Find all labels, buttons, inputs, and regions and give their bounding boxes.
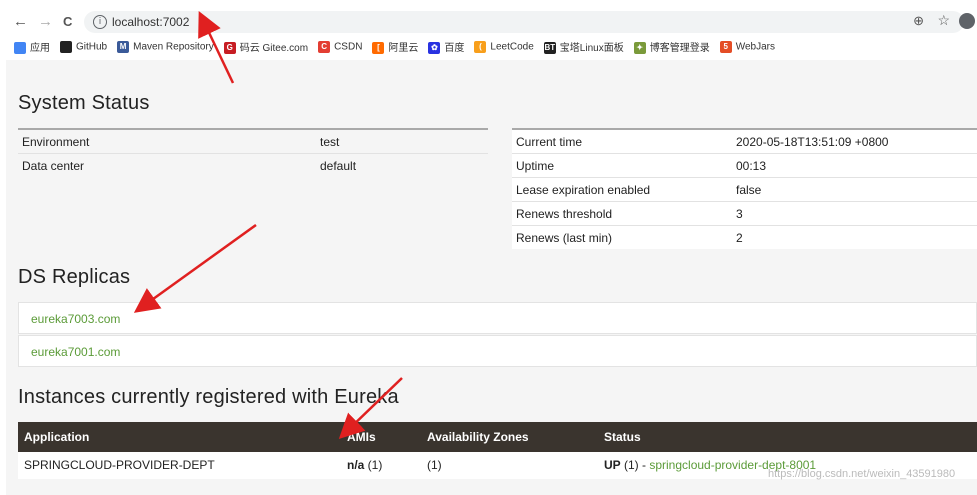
ami-count: (1) bbox=[364, 458, 383, 472]
bookmark-label: Maven Repository bbox=[133, 41, 214, 53]
forward-button[interactable]: → bbox=[38, 14, 53, 30]
toolbar: ← → C i localhost:7002 ⊕ ☆ bbox=[0, 8, 977, 36]
bookmark-label: 码云 Gitee.com bbox=[239, 43, 309, 54]
zoom-icon[interactable]: ⊕ bbox=[913, 13, 924, 29]
app-name: SPRINGCLOUD-PROVIDER-DEPT bbox=[24, 458, 215, 472]
status-table-left: Environment test Data center default bbox=[18, 128, 488, 177]
gitee-icon: G bbox=[223, 42, 236, 55]
status-key: Uptime bbox=[512, 153, 732, 178]
bookmark-item[interactable]: M Maven Repository bbox=[117, 40, 214, 53]
bookmark-label: WebJars bbox=[735, 41, 775, 53]
bookmark-label: 宝塔Linux面板 bbox=[559, 43, 624, 54]
star-icon[interactable]: ☆ bbox=[937, 12, 950, 29]
col-application: Application bbox=[24, 430, 90, 444]
address-bar[interactable]: i localhost:7002 ⊕ ☆ bbox=[84, 11, 964, 33]
replica-item: eureka7003.com bbox=[18, 302, 977, 334]
system-status-title: System Status bbox=[18, 92, 150, 114]
bookmark-item[interactable]: BT 宝塔Linux面板 bbox=[543, 39, 624, 55]
bookmark-item[interactable]: 5 WebJars bbox=[719, 40, 775, 53]
github-icon bbox=[60, 40, 72, 53]
bookmark-label: GitHub bbox=[76, 41, 108, 53]
replica-link[interactable]: eureka7001.com bbox=[31, 345, 120, 359]
status-value: UP bbox=[604, 458, 621, 472]
instances-table-header: Application AMIs Availability Zones Stat… bbox=[18, 422, 977, 452]
col-status: Status bbox=[604, 430, 641, 444]
bookmarks-bar: 应用 GitHub M Maven Repository G 码云 Gitee.com C C… bbox=[14, 39, 785, 55]
bookmark-item[interactable]: ✦ 博客管理登录 bbox=[633, 39, 710, 55]
table-row: Environment test bbox=[18, 128, 488, 154]
maven-icon: M bbox=[117, 40, 130, 53]
status-table-right: Current time 2020-05-18T13:51:09 +0800 Upt… bbox=[512, 128, 977, 249]
bookmark-label: LeetCode bbox=[490, 41, 534, 53]
bookmark-item[interactable]: ✿ 百度 bbox=[428, 39, 465, 55]
status-value: 3 bbox=[732, 201, 977, 226]
status-key: Lease expiration enabled bbox=[512, 177, 732, 202]
blog-icon: ✦ bbox=[633, 42, 646, 55]
url-text[interactable]: localhost:7002 bbox=[112, 15, 189, 29]
status-value: false bbox=[732, 177, 977, 202]
bookmark-label: CSDN bbox=[334, 41, 363, 53]
status-value: 2020-05-18T13:51:09 +0800 bbox=[732, 128, 977, 154]
reload-button[interactable]: C bbox=[63, 14, 72, 30]
back-button[interactable]: ← bbox=[13, 14, 28, 30]
status-value: test bbox=[316, 128, 488, 154]
table-row: Current time 2020-05-18T13:51:09 +0800 bbox=[512, 128, 977, 154]
col-zones: Availability Zones bbox=[427, 430, 529, 444]
bookmark-item[interactable]: [阿里云 bbox=[372, 39, 419, 55]
table-row: Lease expiration enabled false bbox=[512, 177, 977, 202]
status-key: Environment bbox=[18, 128, 316, 154]
table-row: Data center default bbox=[18, 153, 488, 177]
status-count: (1) - bbox=[620, 458, 650, 472]
bookmark-item[interactable]: G 码云 Gitee.com bbox=[223, 39, 309, 55]
bookmark-label: 博客管理登录 bbox=[649, 43, 710, 54]
status-key: Renews (last min) bbox=[512, 225, 732, 249]
status-value: 00:13 bbox=[732, 153, 977, 178]
col-amis: AMIs bbox=[347, 430, 376, 444]
status-key: Current time bbox=[512, 128, 732, 154]
aliyun-icon: [ bbox=[372, 42, 385, 55]
apps-icon bbox=[14, 42, 26, 55]
replica-link[interactable]: eureka7003.com bbox=[31, 312, 120, 326]
profile-avatar[interactable] bbox=[959, 13, 975, 29]
ami-cell: n/a (1) bbox=[347, 458, 382, 472]
table-row: Renews threshold 3 bbox=[512, 201, 977, 226]
zones-value: (1) bbox=[427, 458, 442, 472]
browser-chrome: ← → C i localhost:7002 ⊕ ☆ 应用 GitHub M Mave… bbox=[0, 0, 977, 60]
bookmark-item[interactable]: C CSDN bbox=[318, 40, 363, 53]
table-row: Renews (last min) 2 bbox=[512, 225, 977, 249]
eureka-page: System Status Environment test Data center… bbox=[6, 60, 977, 495]
ami-value: n/a bbox=[347, 458, 365, 472]
status-key: Renews threshold bbox=[512, 201, 732, 226]
table-row: Uptime 00:13 bbox=[512, 153, 977, 178]
status-value: 2 bbox=[732, 225, 977, 249]
bookmark-item[interactable]: GitHub bbox=[60, 40, 108, 53]
bt-icon: BT bbox=[543, 42, 556, 55]
baidu-icon: ✿ bbox=[428, 42, 441, 55]
replica-item: eureka7001.com bbox=[18, 335, 977, 367]
bookmark-label: 阿里云 bbox=[388, 43, 419, 54]
watermark: https://blog.csdn.net/weixin_43591980 bbox=[768, 468, 956, 480]
csdn-icon: C bbox=[318, 40, 331, 53]
webjars-icon: 5 bbox=[719, 40, 732, 53]
bookmark-item[interactable]: (LeetCode bbox=[474, 40, 534, 53]
ds-replicas-title: DS Replicas bbox=[18, 266, 131, 288]
bookmark-label: 应用 bbox=[30, 43, 50, 54]
info-icon[interactable]: i bbox=[93, 15, 107, 29]
instances-title: Instances currently registered with Eure… bbox=[18, 386, 399, 408]
status-value: default bbox=[316, 153, 488, 177]
status-key: Data center bbox=[18, 153, 316, 177]
leetcode-icon: ( bbox=[474, 40, 487, 53]
bookmark-item[interactable]: 应用 bbox=[14, 39, 50, 55]
bookmark-label: 百度 bbox=[444, 43, 465, 54]
